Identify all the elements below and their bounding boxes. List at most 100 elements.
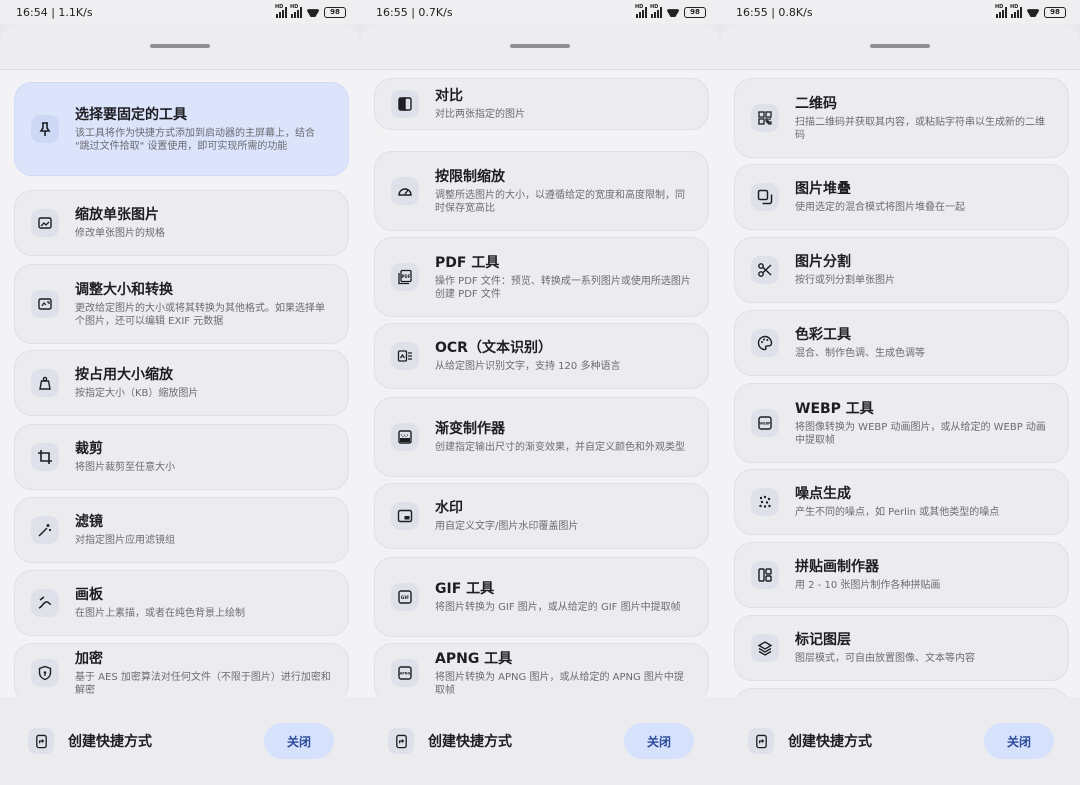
tool-title: 水印 xyxy=(435,500,463,516)
weight-icon xyxy=(31,369,59,397)
create-shortcut-label[interactable]: 创建快捷方式 xyxy=(788,731,984,751)
tool-card[interactable]: 缩放单张图片 修改单张图片的规格 xyxy=(14,190,349,256)
phone-screen: 16:55 | 0.8K/s HD HD 98 二维码 扫描二维码并获取其内容，或粘贴字符… xyxy=(720,0,1080,785)
battery-icon: 98 xyxy=(324,6,346,18)
battery-icon: 98 xyxy=(1044,6,1066,18)
tool-text: WEBP 工具 将图像转换为 WEBP 动画图片，或从给定的 WEBP 动画中提取… xyxy=(795,400,1052,447)
tool-card[interactable]: 渐变制作器 创建指定输出尺寸的渐变效果，并自定义颜色和外观类型 xyxy=(374,397,709,477)
tool-card[interactable]: 滤镜 对指定图片应用滤镜组 xyxy=(14,497,349,563)
sheet-header xyxy=(0,24,360,70)
gif-icon: GIF xyxy=(391,583,419,611)
tool-card[interactable]: 色彩工具 混合、制作色调、生成色调等 xyxy=(734,310,1069,376)
tool-card[interactable]: 裁剪 将图片裁剪至任意大小 xyxy=(14,424,349,490)
signal-icon: HD xyxy=(995,4,1007,18)
tool-card[interactable]: GIF GIF 工具 将图片转换为 GIF 图片，或从给定的 GIF 图片中提取帧 xyxy=(374,557,709,637)
tool-text: 拼贴画制作器用 2 - 10 张图片制作各种拼贴画 xyxy=(795,558,1052,592)
close-button[interactable]: 关闭 xyxy=(984,723,1054,759)
tool-description: 扫描二维码并获取其内容，或粘贴字符串以生成新的二维码 xyxy=(795,116,1045,141)
tool-card[interactable]: APNG APNG 工具将图片转换为 APNG 图片，或从给定的 APNG 图片中… xyxy=(374,643,709,697)
tool-card[interactable]: 拼贴画制作器用 2 - 10 张图片制作各种拼贴画 xyxy=(734,542,1069,608)
svg-text:APNG: APNG xyxy=(400,672,411,676)
tool-card[interactable]: OCR（文本识别） 从给定图片识别文字，支持 120 多种语言 xyxy=(374,323,709,389)
tool-card[interactable]: 选择要固定的工具 该工具将作为快捷方式添加到启动器的主屏幕上，结合 "跳过文件拾取… xyxy=(14,82,349,176)
pin-icon xyxy=(31,115,59,143)
wifi-icon xyxy=(666,7,680,17)
tool-text: 渐变制作器 创建指定输出尺寸的渐变效果，并自定义颜色和外观类型 xyxy=(435,420,692,454)
collage-icon xyxy=(751,561,779,589)
tool-title: 按占用大小缩放 xyxy=(75,367,173,383)
tool-card[interactable]: 图片分割 按行或列分割单张图片 xyxy=(734,237,1069,303)
tool-text: 噪点生成 产生不同的噪点，如 Perlin 或其他类型的噪点 xyxy=(795,485,1052,519)
tool-card[interactable]: PDF PDF 工具 操作 PDF 文件：预览、转换成一系列图片或使用所选图片创建 … xyxy=(374,237,709,317)
tool-text: 加密 基于 AES 加密算法对任何文件（不限于图片）进行加密和解密 xyxy=(75,650,332,697)
qr-code-icon xyxy=(751,104,779,132)
phone-screen: 16:55 | 0.7K/s HD HD 98 对比 对比两张指定的图片 按限制缩放 调整所选… xyxy=(360,0,720,785)
tool-card-partial[interactable] xyxy=(734,688,1069,697)
tool-title: 选择要固定的工具 xyxy=(75,106,187,123)
tool-title: 拼贴画制作器 xyxy=(795,559,879,575)
tool-card[interactable]: 按限制缩放 调整所选图片的大小，以遵循给定的宽度和高度限制，同时保存宽高比 xyxy=(374,151,709,231)
tool-text: 选择要固定的工具 该工具将作为快捷方式添加到启动器的主屏幕上，结合 "跳过文件拾取… xyxy=(75,106,332,153)
tool-text: 画板在图片上素描，或者在纯色背景上绘制 xyxy=(75,586,332,620)
tool-text: 滤镜 对指定图片应用滤镜组 xyxy=(75,513,332,547)
tool-description: 对比两张指定的图片 xyxy=(435,109,525,120)
tool-card[interactable]: 标记图层图层模式，可自由放置图像、文本等内容 xyxy=(734,615,1069,681)
phone-screen: 16:54 | 1.1K/s HD HD 98 选择要固定的工具 该工具将作为快捷方式添加… xyxy=(0,0,360,785)
tool-card[interactable]: 噪点生成 产生不同的噪点，如 Perlin 或其他类型的噪点 xyxy=(734,469,1069,535)
noise-icon xyxy=(751,488,779,516)
tool-description: 在图片上素描，或者在纯色背景上绘制 xyxy=(75,608,245,619)
tool-card[interactable]: 对比对比两张指定的图片 xyxy=(374,78,709,130)
close-button[interactable]: 关闭 xyxy=(264,723,334,759)
tool-text: 按限制缩放 调整所选图片的大小，以遵循给定的宽度和高度限制，同时保存宽高比 xyxy=(435,168,692,215)
tool-description: 将图片转换为 GIF 图片，或从给定的 GIF 图片中提取帧 xyxy=(435,602,681,613)
status-time: 16:54 | 1.1K/s xyxy=(16,5,93,19)
status-bar: 16:55 | 0.8K/s HD HD 98 xyxy=(720,0,1080,24)
tool-card[interactable]: 水印用自定义文字/图片水印覆盖图片 xyxy=(374,483,709,549)
signal-icon: HD xyxy=(1010,4,1022,18)
tool-description: 使用选定的混合模式将图片堆叠在一起 xyxy=(795,202,965,213)
tool-card[interactable]: WEBP WEBP 工具 将图像转换为 WEBP 动画图片，或从给定的 WEBP 动… xyxy=(734,383,1069,463)
tool-description: 用自定义文字/图片水印覆盖图片 xyxy=(435,521,579,532)
tool-title: 画板 xyxy=(75,587,103,603)
layers-icon xyxy=(751,634,779,662)
drag-handle[interactable] xyxy=(150,44,210,48)
wifi-icon xyxy=(306,7,320,17)
tool-card[interactable]: 按占用大小缩放 按指定大小（KB）缩放图片 xyxy=(14,350,349,416)
tool-title: 对比 xyxy=(435,88,463,104)
sheet-footer: 创建快捷方式 关闭 xyxy=(720,697,1080,785)
palette-icon xyxy=(751,329,779,357)
tool-description: 将图片转换为 APNG 图片，或从给定的 APNG 图片中提取帧 xyxy=(435,671,684,696)
tool-description: 将图像转换为 WEBP 动画图片，或从给定的 WEBP 动画中提取帧 xyxy=(795,421,1046,446)
shortcut-icon xyxy=(748,728,774,754)
tool-description: 操作 PDF 文件：预览、转换成一系列图片或使用所选图片创建 PDF 文件 xyxy=(435,275,691,300)
tool-description: 图层模式，可自由放置图像、文本等内容 xyxy=(795,653,975,664)
drag-handle[interactable] xyxy=(870,44,930,48)
tool-title: 标记图层 xyxy=(795,632,851,648)
tool-card[interactable]: 调整大小和转换 更改给定图片的大小或将其转换为其他格式。如果选择单个图片，还可以编… xyxy=(14,264,349,344)
tool-title: OCR（文本识别） xyxy=(435,340,552,356)
tool-list[interactable]: 二维码扫描二维码并获取其内容，或粘贴字符串以生成新的二维码图片堆叠 使用选定的混合… xyxy=(720,70,1080,697)
tool-title: 图片分割 xyxy=(795,254,851,270)
create-shortcut-label[interactable]: 创建快捷方式 xyxy=(68,731,264,751)
stack-icon xyxy=(751,183,779,211)
tool-text: 裁剪 将图片裁剪至任意大小 xyxy=(75,440,332,474)
tool-description: 将图片裁剪至任意大小 xyxy=(75,462,175,473)
close-button[interactable]: 关闭 xyxy=(624,723,694,759)
tool-list[interactable]: 对比对比两张指定的图片按限制缩放 调整所选图片的大小，以遵循给定的宽度和高度限制，… xyxy=(360,70,720,697)
tool-title: 二维码 xyxy=(795,95,837,112)
tool-card[interactable]: 画板在图片上素描，或者在纯色背景上绘制 xyxy=(14,570,349,636)
tool-card[interactable]: 图片堆叠 使用选定的混合模式将图片堆叠在一起 xyxy=(734,164,1069,230)
tool-description: 对指定图片应用滤镜组 xyxy=(75,535,175,546)
tool-title: 色彩工具 xyxy=(795,327,851,343)
tool-card[interactable]: 二维码扫描二维码并获取其内容，或粘贴字符串以生成新的二维码 xyxy=(734,78,1069,158)
tool-card[interactable]: 加密 基于 AES 加密算法对任何文件（不限于图片）进行加密和解密 xyxy=(14,643,349,697)
create-shortcut-label[interactable]: 创建快捷方式 xyxy=(428,731,624,751)
tool-title: APNG 工具 xyxy=(435,650,513,667)
signal-icon: HD xyxy=(290,4,302,18)
tool-text: 图片分割 按行或列分割单张图片 xyxy=(795,253,1052,287)
signal-icon: HD xyxy=(275,4,287,18)
status-bar: 16:54 | 1.1K/s HD HD 98 xyxy=(0,0,360,24)
tool-list[interactable]: 选择要固定的工具 该工具将作为快捷方式添加到启动器的主屏幕上，结合 "跳过文件拾取… xyxy=(0,70,360,697)
ocr-icon xyxy=(391,342,419,370)
drag-handle[interactable] xyxy=(510,44,570,48)
